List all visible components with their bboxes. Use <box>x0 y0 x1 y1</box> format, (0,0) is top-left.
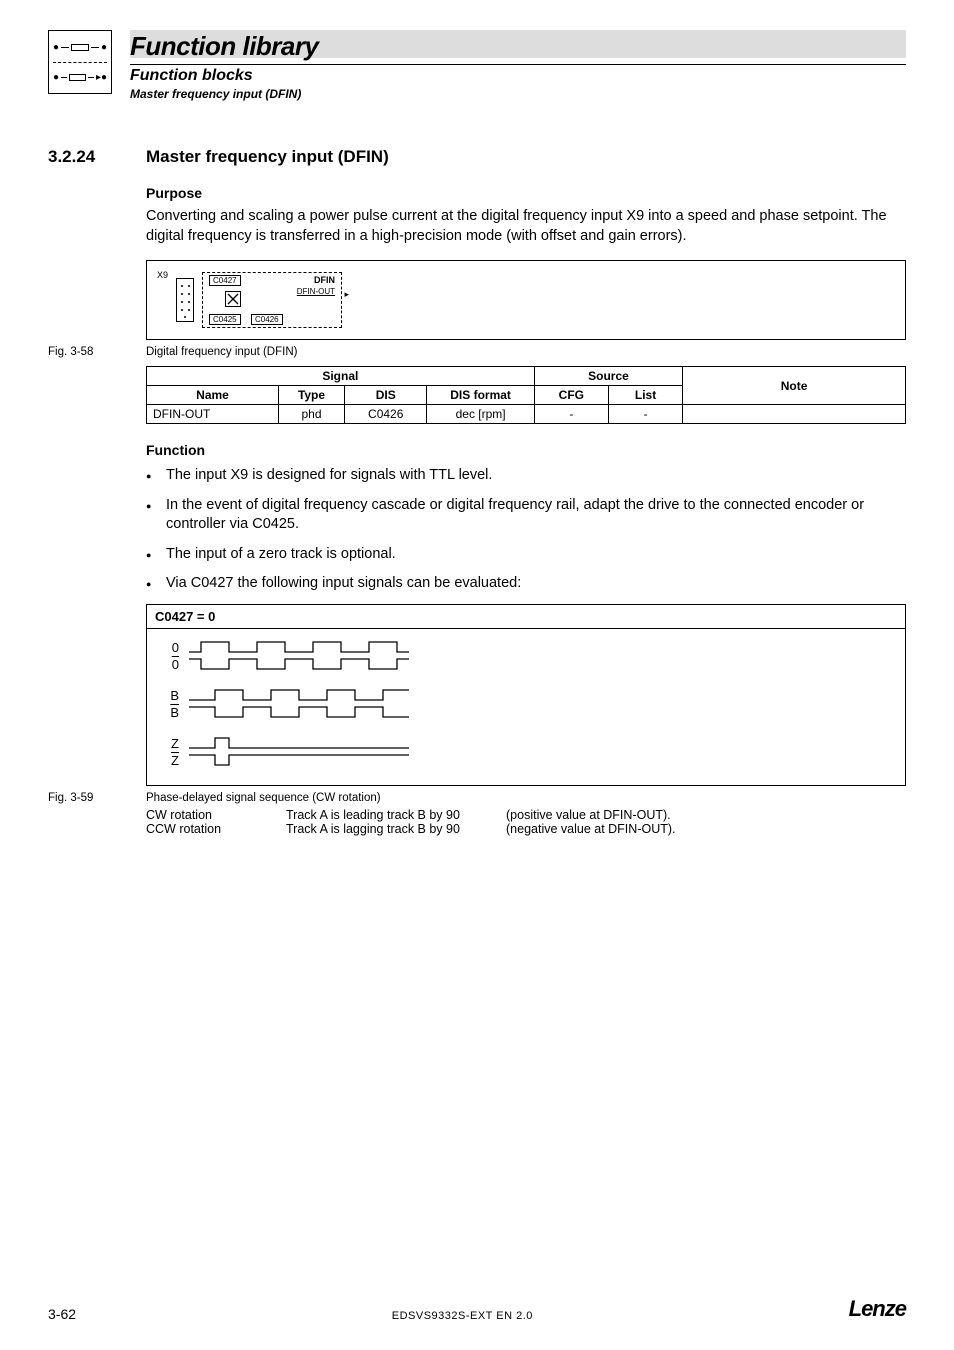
cell-cfg: - <box>534 405 608 424</box>
rot-c3: (positive value at DFIN-OUT). <box>506 808 906 822</box>
rot-c1: CCW rotation <box>146 822 286 836</box>
label-a-bar: 0 <box>161 657 179 672</box>
section-heading: 3.2.24 Master frequency input (DFIN) <box>48 147 906 167</box>
bullet-item: Via C0427 the following input signals ca… <box>146 574 906 594</box>
header-subtitle-1: Function blocks <box>130 67 906 85</box>
cell-note <box>683 405 906 424</box>
purpose-text: Converting and scaling a power pulse cur… <box>146 207 906 246</box>
signal-table: Signal Source Note Name Type DIS DIS for… <box>146 366 906 424</box>
cell-name: DFIN-OUT <box>147 405 279 424</box>
rot-c1: CW rotation <box>146 808 286 822</box>
page-header: ● ● ● ▸● Function library Function block… <box>48 30 906 101</box>
th-source: Source <box>534 367 682 386</box>
block-diagram: X9 C0427 DFIN DFIN-OUT ▸ C0425 C0426 <box>146 260 906 340</box>
section-title: Master frequency input (DFIN) <box>146 147 389 167</box>
th-type: Type <box>279 386 345 405</box>
label-a: 0 <box>161 640 179 655</box>
multiplier-icon <box>225 291 241 307</box>
header-icon: ● ● ● ▸● <box>48 30 112 94</box>
cell-type: phd <box>279 405 345 424</box>
wave-a-icon <box>189 640 409 654</box>
wave-z-icon <box>189 736 409 750</box>
th-cfg: CFG <box>534 386 608 405</box>
label-z-bar: Z <box>161 753 179 768</box>
wave-b-icon <box>189 688 409 702</box>
th-note: Note <box>683 367 906 405</box>
table-row: DFIN-OUT phd C0426 dec [rpm] - - <box>147 405 906 424</box>
page-footer: 3-62 EDSVS9332S-EXT EN 2.0 Lenze <box>48 1296 906 1322</box>
fig-59-label: Fig. 3-59 <box>48 792 120 804</box>
header-title: Function library <box>130 31 318 62</box>
arrow-icon: ▸ <box>344 289 349 300</box>
wave-zbar-icon <box>189 753 409 767</box>
label-b: B <box>161 688 179 703</box>
c0425-box: C0425 <box>209 314 241 325</box>
rot-c2: Track A is lagging track B by 90 <box>286 822 506 836</box>
cell-disfmt: dec [rpm] <box>427 405 534 424</box>
rot-c2: Track A is leading track B by 90 <box>286 808 506 822</box>
purpose-heading: Purpose <box>146 185 906 201</box>
cell-list: - <box>608 405 682 424</box>
track-a-pair: 0 0 <box>161 639 891 673</box>
section-number: 3.2.24 <box>48 147 120 167</box>
waveform-heading: C0427 = 0 <box>147 605 905 629</box>
connector-icon <box>176 278 194 322</box>
fig-58-label: Fig. 3-58 <box>48 346 120 358</box>
doc-id: EDSVS9332S-EXT EN 2.0 <box>392 1310 533 1322</box>
bullet-item: The input of a zero track is optional. <box>146 545 906 565</box>
rotation-row: CCW rotation Track A is lagging track B … <box>146 822 906 836</box>
rotation-row: CW rotation Track A is leading track B b… <box>146 808 906 822</box>
rot-c3: (negative value at DFIN-OUT). <box>506 822 906 836</box>
th-signal: Signal <box>147 367 535 386</box>
track-b-pair: B B <box>161 687 891 721</box>
rotation-table: CW rotation Track A is leading track B b… <box>146 808 906 836</box>
wave-abar-icon <box>189 657 409 671</box>
function-bullets: The input X9 is designed for signals wit… <box>146 466 906 594</box>
dfin-block: C0427 DFIN DFIN-OUT ▸ C0425 C0426 <box>202 272 342 328</box>
function-heading: Function <box>146 442 906 458</box>
c0427-box: C0427 <box>209 275 241 286</box>
c0426-box: C0426 <box>251 314 283 325</box>
header-subtitle-2: Master frequency input (DFIN) <box>130 87 906 101</box>
header-title-bar: Function library <box>130 30 906 58</box>
th-name: Name <box>147 386 279 405</box>
diagram-x9-label: X9 <box>157 270 168 280</box>
dfin-out-label: DFIN-OUT <box>297 287 335 296</box>
bullet-item: The input X9 is designed for signals wit… <box>146 466 906 486</box>
track-z-pair: Z Z <box>161 735 891 769</box>
dfin-label: DFIN <box>314 275 335 285</box>
wave-bbar-icon <box>189 705 409 719</box>
th-disfmt: DIS format <box>427 386 534 405</box>
label-z: Z <box>161 736 179 751</box>
fig-58-caption: Fig. 3-58 Digital frequency input (DFIN) <box>48 346 906 358</box>
bullet-item: In the event of digital frequency cascad… <box>146 496 906 535</box>
page-number: 3-62 <box>48 1306 76 1322</box>
th-list: List <box>608 386 682 405</box>
cell-dis: C0426 <box>345 405 427 424</box>
brand-logo: Lenze <box>849 1296 906 1322</box>
fig-59-text: Phase-delayed signal sequence (CW rotati… <box>146 792 381 804</box>
fig-59-caption: Fig. 3-59 Phase-delayed signal sequence … <box>48 792 906 804</box>
waveform-box: C0427 = 0 0 0 B B <box>146 604 906 786</box>
fig-58-text: Digital frequency input (DFIN) <box>146 346 297 358</box>
label-b-bar: B <box>161 705 179 720</box>
th-dis: DIS <box>345 386 427 405</box>
